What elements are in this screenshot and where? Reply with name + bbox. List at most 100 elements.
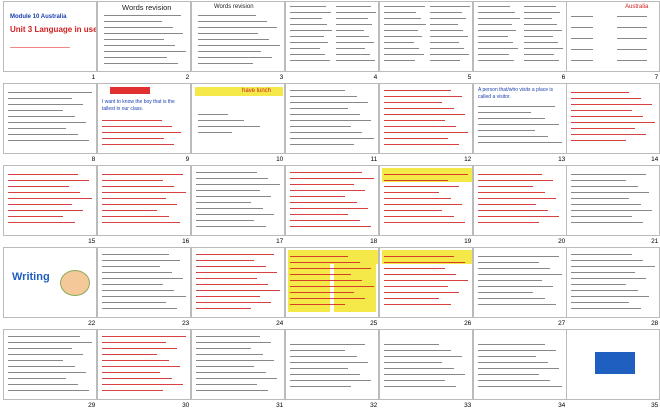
slide-title: Module 10 Australia xyxy=(10,14,67,20)
text-line xyxy=(478,112,532,114)
slide-number: 2 xyxy=(185,74,190,81)
text-line xyxy=(336,54,370,56)
text-line xyxy=(290,60,330,62)
text-line xyxy=(102,342,166,344)
slide-thumbnail[interactable]: 11 xyxy=(285,83,380,165)
text-line xyxy=(290,48,320,50)
text-line xyxy=(571,38,593,40)
slide-number: 23 xyxy=(182,320,190,327)
slide-thumbnail[interactable]: I want to know the boy that is the talle… xyxy=(97,83,192,165)
text-line xyxy=(102,272,172,274)
text-line xyxy=(196,184,280,186)
text-line xyxy=(571,254,632,256)
slide-thumbnail[interactable]: 24 xyxy=(191,247,286,329)
slide-thumbnail[interactable]: 19 xyxy=(379,165,474,247)
slide-thumbnail[interactable]: Writing 22 xyxy=(3,247,98,329)
slide-thumbnail[interactable]: 28 xyxy=(566,247,660,329)
text-line xyxy=(336,18,368,20)
text-line xyxy=(478,42,513,44)
slide-number: 17 xyxy=(276,238,284,245)
slide-thumbnail[interactable]: 8 xyxy=(3,83,98,165)
slide-preview: I want to know the boy that is the talle… xyxy=(97,83,192,154)
slide-thumbnail[interactable]: 15 xyxy=(3,165,98,247)
text-line xyxy=(196,296,260,298)
slide-thumbnail[interactable]: 33 xyxy=(379,329,474,411)
text-line xyxy=(384,126,457,128)
text-line xyxy=(571,192,650,194)
slide-thumbnail[interactable]: 32 xyxy=(285,329,380,411)
text-line xyxy=(478,136,549,138)
text-line xyxy=(8,116,75,118)
text-line xyxy=(384,90,451,92)
slide-thumbnail[interactable]: 26 xyxy=(379,247,474,329)
text-line xyxy=(290,54,325,56)
slide-thumbnail[interactable]: Australia 7 xyxy=(566,1,660,83)
slide-number: 19 xyxy=(464,238,472,245)
text-line xyxy=(430,36,468,38)
slide-thumbnail[interactable]: 23 xyxy=(97,247,192,329)
text-line xyxy=(571,49,593,51)
slide-title: Words revision xyxy=(214,4,254,10)
slide-thumbnail[interactable]: 27 xyxy=(473,247,568,329)
text-line xyxy=(384,114,466,116)
slide-preview xyxy=(285,329,380,400)
text-line xyxy=(102,372,160,374)
slide-number: 22 xyxy=(88,320,96,327)
text-line xyxy=(102,144,174,146)
text-line xyxy=(102,290,175,292)
slide-thumbnail[interactable]: Module 10 Australia Unit 3 Language in us… xyxy=(3,1,98,83)
slide-thumbnail[interactable]: 30 xyxy=(97,329,192,411)
text-line xyxy=(384,54,424,56)
text-line xyxy=(290,114,360,116)
text-line xyxy=(478,192,545,194)
slide-thumbnail[interactable]: 6 xyxy=(473,1,568,83)
slide-thumbnail[interactable]: 5 xyxy=(379,1,474,83)
slide-thumbnail[interactable]: 12 xyxy=(379,83,474,165)
text-line xyxy=(336,12,376,14)
text-line xyxy=(430,6,470,8)
text-line xyxy=(102,384,184,386)
slide-thumbnail[interactable]: Words revision 2 xyxy=(97,1,192,83)
slide-thumbnail[interactable]: 29 xyxy=(3,329,98,411)
text-line xyxy=(196,390,269,392)
text-line xyxy=(290,362,369,364)
slide-thumbnail[interactable]: Words revision 3 xyxy=(191,1,286,83)
slide-thumbnail[interactable]: 35 xyxy=(566,329,660,411)
slide-caption: I want to know the boy that is the talle… xyxy=(102,99,175,112)
text-line xyxy=(104,33,184,35)
slide-thumbnail[interactable]: A person that/who visits a place is call… xyxy=(473,83,568,165)
slide-thumbnail[interactable]: 25 xyxy=(285,247,380,329)
text-line xyxy=(290,386,351,388)
text-line xyxy=(384,344,439,346)
text-line xyxy=(102,198,166,200)
text-line xyxy=(198,51,262,53)
slide-number: 35 xyxy=(651,402,659,409)
text-line xyxy=(430,54,469,56)
text-line xyxy=(102,308,178,310)
slide-thumbnail[interactable]: 34 xyxy=(473,329,568,411)
slide-thumbnail[interactable]: 20 xyxy=(473,165,568,247)
slide-thumbnail[interactable]: 4 xyxy=(285,1,380,83)
slide-thumbnail[interactable]: have lunch 10 xyxy=(191,83,286,165)
text-line xyxy=(571,16,593,18)
slide-thumbnail[interactable]: 18 xyxy=(285,165,380,247)
slide-preview xyxy=(566,247,660,318)
slide-thumbnail[interactable]: 16 xyxy=(97,165,192,247)
slide-thumbnail[interactable]: 17 xyxy=(191,165,286,247)
text-line xyxy=(290,214,348,216)
text-line xyxy=(524,6,556,8)
slide-preview xyxy=(379,247,474,318)
text-line xyxy=(196,342,272,344)
text-line xyxy=(196,190,260,192)
text-line xyxy=(478,6,511,8)
text-line xyxy=(8,360,63,362)
text-line xyxy=(198,33,259,35)
text-line xyxy=(478,106,556,108)
slide-thumbnail[interactable]: 21 xyxy=(566,165,660,247)
text-line xyxy=(384,268,445,270)
text-line xyxy=(478,48,518,50)
slide-thumbnail[interactable]: 14 xyxy=(566,83,660,165)
text-line xyxy=(384,24,426,26)
slide-thumbnail[interactable]: 31 xyxy=(191,329,286,411)
text-line xyxy=(478,356,536,358)
